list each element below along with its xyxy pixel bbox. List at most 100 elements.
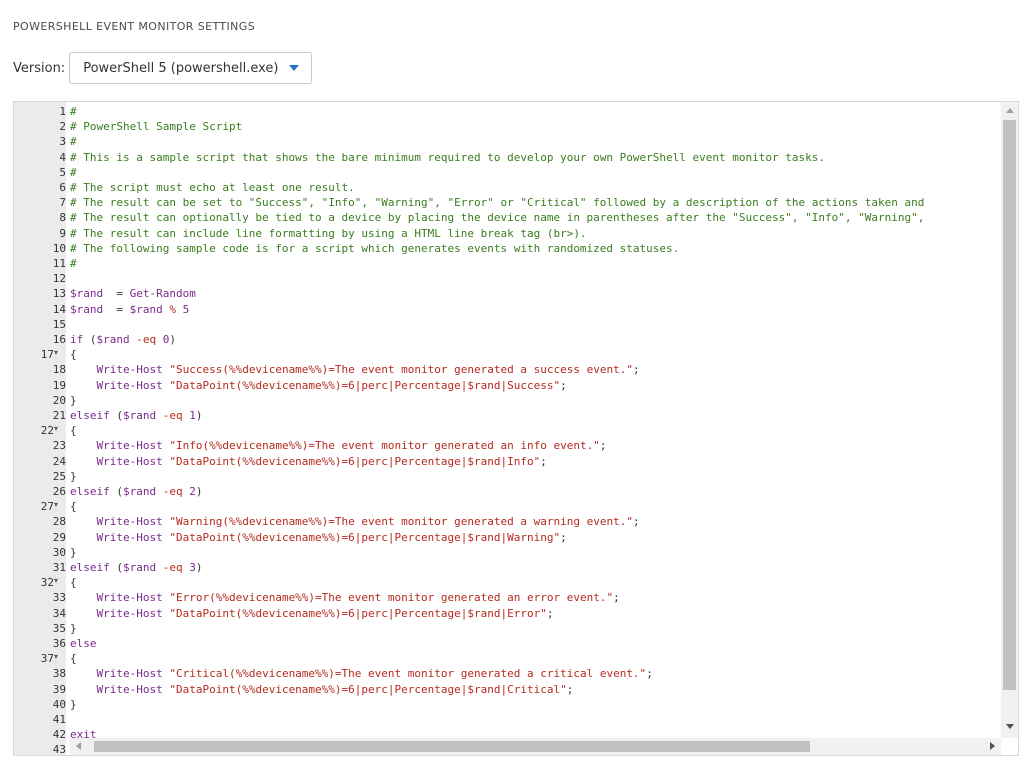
code-line: }: [70, 393, 77, 408]
code-token: "Success(%%devicename%%)=The event monit…: [162, 363, 633, 377]
line-number: 40: [52, 697, 66, 711]
line-number-gutter: 1 2 3 4 5 6 7 8 9 10 11 12 13 14 15 16 ▾ 17 18 19 20 21 ▾ 22 23 2…: [14, 102, 66, 755]
code-token: # The result can optionally be tied to a…: [70, 211, 925, 225]
code-token: ;: [566, 682, 574, 696]
line-number: 8: [59, 211, 66, 225]
code-token: "DataPoint(%%devicename%%)=6|perc|Percen…: [162, 454, 541, 468]
vertical-scrollbar[interactable]: [1001, 102, 1018, 738]
code-token: ): [195, 561, 203, 574]
horizontal-scroll-thumb[interactable]: [94, 741, 810, 752]
code-token: }: [70, 621, 77, 635]
code-token: Write-Host: [96, 454, 163, 468]
line-number: 19: [52, 378, 66, 392]
line-number: 35: [52, 621, 66, 635]
line-number: 33: [52, 591, 66, 605]
code-token: 5: [176, 302, 190, 316]
code-token: # The script must echo at least one resu…: [70, 181, 355, 194]
line-number: 4: [59, 150, 66, 164]
line-number: 9: [59, 226, 66, 240]
code-token: %: [162, 302, 176, 316]
line-number: 27: [40, 500, 54, 514]
line-number: 23: [52, 439, 66, 453]
scroll-up-icon[interactable]: [1006, 108, 1014, 113]
horizontal-scrollbar[interactable]: [70, 738, 1001, 755]
line-number: 3: [59, 135, 66, 149]
line-number: 38: [52, 667, 66, 681]
script-editor[interactable]: 1 2 3 4 5 6 7 8 9 10 11 12 13 14 15 16 ▾ 17 18 19 20 21 ▾ 22 23 2…: [13, 101, 1019, 756]
code-line: if ($rand -eq 0): [70, 332, 176, 347]
code-token: elseif: [70, 485, 110, 498]
code-token: ;: [632, 515, 640, 529]
code-line: #: [70, 165, 77, 180]
code-line: $rand = $rand % 5: [70, 302, 189, 317]
code-token: "DataPoint(%%devicename%%)=6|perc|Percen…: [162, 682, 567, 696]
code-token: $rand: [70, 302, 104, 316]
code-line: Write-Host "Success(%%devicename%%)=The …: [70, 362, 640, 377]
code-line: elseif ($rand -eq 3): [70, 560, 203, 575]
code-token: ;: [540, 454, 547, 468]
code-line: # The script must echo at least one resu…: [70, 180, 355, 195]
fold-toggle-icon[interactable]: ▾: [54, 652, 58, 661]
code-token: (: [83, 333, 97, 346]
code-line: Write-Host "Info(%%devicename%%)=The eve…: [70, 438, 607, 453]
code-line: Write-Host "DataPoint(%%devicename%%)=6|…: [70, 530, 567, 545]
scroll-right-icon[interactable]: [990, 742, 995, 750]
code-token: ;: [546, 606, 554, 620]
line-number: 41: [52, 713, 66, 726]
code-token: {: [70, 576, 77, 590]
fold-toggle-icon[interactable]: ▾: [54, 348, 58, 357]
code-token: #: [70, 165, 77, 179]
code-line: }: [70, 469, 77, 484]
line-number: 31: [52, 561, 66, 574]
code-token: {: [70, 500, 77, 514]
code-token: {: [70, 348, 77, 362]
code-line: Write-Host "Critical(%%devicename%%)=The…: [70, 666, 653, 681]
code-token: }: [70, 545, 77, 559]
line-number: 25: [52, 469, 66, 483]
code-line: # The result can optionally be tied to a…: [70, 210, 924, 225]
version-select[interactable]: PowerShell 5 (powershell.exe): [69, 52, 312, 84]
vertical-scroll-thumb[interactable]: [1003, 120, 1016, 690]
fold-toggle-icon[interactable]: ▾: [54, 500, 58, 509]
code-token: Write-Host: [96, 530, 163, 544]
code-token: -eq: [129, 333, 157, 346]
scroll-left-icon[interactable]: [76, 742, 81, 750]
code-token: Write-Host: [96, 591, 163, 605]
scroll-down-icon[interactable]: [1006, 724, 1014, 729]
code-token: else: [70, 637, 97, 650]
code-token: $rand: [96, 333, 130, 346]
code-line: Write-Host "DataPoint(%%devicename%%)=6|…: [70, 454, 547, 469]
code-area[interactable]: # # PowerShell Sample Script # # This is a …: [70, 102, 1000, 755]
line-number: 13: [52, 287, 66, 301]
code-token: Write-Host: [96, 439, 163, 453]
line-number: 30: [52, 545, 66, 559]
code-token: Write-Host: [96, 363, 163, 377]
code-token: {: [70, 424, 77, 438]
line-number: 14: [52, 302, 66, 316]
line-number: 21: [52, 409, 66, 422]
line-number: 7: [59, 196, 66, 210]
code-token: $rand: [123, 409, 157, 422]
line-number: 12: [52, 272, 66, 286]
fold-toggle-icon[interactable]: ▾: [54, 576, 58, 585]
version-label: Version:: [13, 60, 66, 76]
code-token: "Critical(%%devicename%%)=The event moni…: [162, 667, 647, 681]
line-number: 2: [59, 120, 66, 134]
code-line: {: [70, 575, 77, 590]
code-token: =: [103, 287, 130, 301]
code-line: {: [70, 347, 77, 362]
version-row: Version: PowerShell 5 (powershell.exe): [13, 52, 312, 84]
line-number: 37: [40, 652, 54, 666]
line-number: 11: [52, 257, 66, 270]
code-line: #: [70, 134, 77, 149]
code-line: Write-Host "DataPoint(%%devicename%%)=6|…: [70, 606, 554, 621]
fold-toggle-icon[interactable]: ▾: [54, 424, 58, 433]
line-number: 17: [40, 348, 54, 362]
line-number: 18: [52, 363, 66, 377]
